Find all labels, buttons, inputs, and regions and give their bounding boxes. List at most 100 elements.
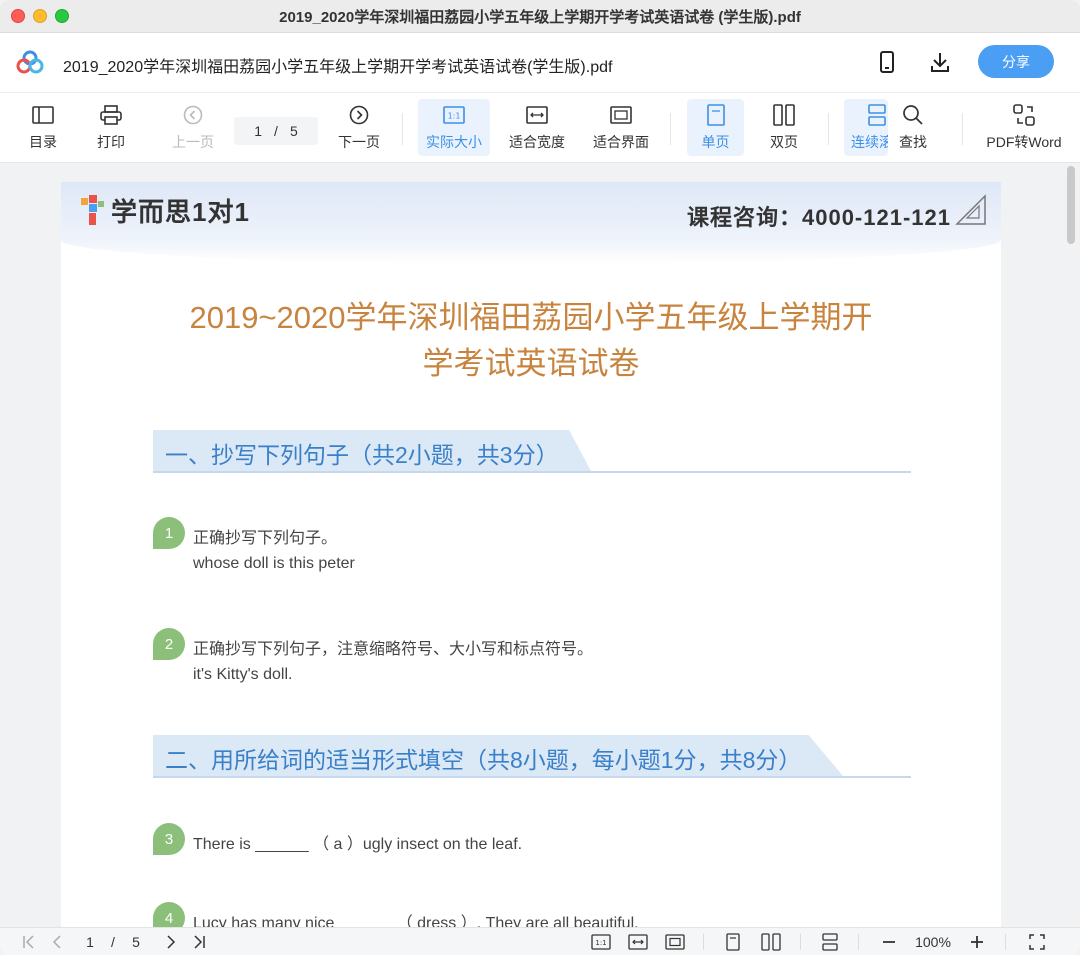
brand-mark-icon — [81, 194, 104, 225]
document-viewer[interactable]: 学而思1对1 课程咨询：4000-121-121 2019~2020学年深圳福田… — [0, 163, 1080, 927]
close-window-button[interactable] — [11, 9, 25, 23]
toolbar-divider — [828, 113, 829, 145]
brand-logo: 学而思1对1 — [79, 192, 250, 229]
fit-page-icon — [610, 103, 632, 127]
section-underline — [153, 471, 911, 473]
status-page-separator: / — [111, 934, 115, 950]
toolbar-divider — [962, 113, 963, 145]
next-page-icon[interactable] — [162, 933, 180, 951]
pdf-page: 学而思1对1 课程咨询：4000-121-121 2019~2020学年深圳福田… — [61, 182, 1001, 927]
page-total: 5 — [289, 123, 298, 139]
fit-width-icon[interactable] — [627, 933, 649, 951]
last-page-icon[interactable] — [190, 933, 208, 951]
share-button[interactable]: 分享 — [978, 45, 1054, 78]
section-heading: 一、抄写下列句子（共2小题，共3分） — [153, 430, 911, 474]
print-button[interactable]: 打印 — [90, 99, 132, 156]
question-text: 正确抄写下列句子。 — [193, 530, 338, 547]
toolbar: 目录 打印 上一页 1 / 5 下一页 1:1 实际大小 适合宽度 适合界面 单… — [0, 93, 1080, 163]
fit-width-button[interactable]: 适合宽度 — [504, 99, 570, 156]
fit-page-button[interactable]: 适合界面 — [588, 99, 654, 156]
scrollbar-thumb[interactable] — [1067, 166, 1075, 244]
page-input[interactable]: 1 / 5 — [234, 117, 318, 145]
double-page-button[interactable]: 双页 — [760, 99, 808, 156]
svg-text:1:1: 1:1 — [448, 112, 461, 121]
prev-page-button[interactable]: 上一页 — [168, 99, 218, 156]
hotline-text: 课程咨询：4000-121-121 — [686, 205, 951, 230]
pdf-to-word-label: PDF转Word — [986, 134, 1062, 150]
prev-page-label: 上一页 — [172, 134, 214, 150]
toolbar-divider — [670, 113, 671, 145]
status-divider — [703, 934, 704, 950]
zoom-level[interactable]: 100% — [908, 933, 958, 951]
double-page-icon — [773, 103, 795, 127]
ruler-icon — [955, 194, 986, 225]
status-divider — [1005, 934, 1006, 950]
continuous-scroll-button[interactable]: 连续滚 — [844, 99, 888, 156]
single-page-icon — [706, 103, 725, 127]
zoom-in-icon[interactable] — [968, 933, 986, 951]
find-button[interactable]: 查找 — [890, 99, 936, 156]
toc-button[interactable]: 目录 — [22, 99, 64, 156]
double-page-icon[interactable] — [760, 933, 782, 951]
question-sentence: it's Kitty's doll. — [193, 666, 293, 683]
actual-size-icon: 1:1 — [443, 103, 465, 127]
continuous-scroll-icon — [868, 103, 886, 127]
download-icon[interactable] — [927, 49, 953, 75]
find-label: 查找 — [899, 134, 927, 150]
double-page-label: 双页 — [770, 134, 798, 150]
single-page-icon[interactable] — [724, 933, 742, 951]
fit-width-label: 适合宽度 — [509, 134, 565, 150]
pdf-to-word-button[interactable]: PDF转Word — [980, 99, 1068, 156]
fullscreen-icon[interactable] — [1026, 933, 1048, 951]
mobile-icon[interactable] — [874, 49, 900, 75]
question-text: There is ______ （ a ）ugly insect on the … — [193, 836, 523, 853]
actual-size-icon[interactable]: 1:1 — [590, 933, 612, 951]
first-page-icon[interactable] — [20, 933, 38, 951]
file-name: 2019_2020学年深圳福田荔园小学五年级上学期开学考试英语试卷(学生版).p… — [63, 59, 613, 76]
status-divider — [800, 934, 801, 950]
question-number: 1 — [153, 517, 185, 549]
question-number: 3 — [153, 823, 185, 855]
single-page-label: 单页 — [701, 134, 730, 150]
fit-page-icon[interactable] — [664, 933, 686, 951]
vertical-scrollbar[interactable] — [1066, 163, 1076, 927]
single-page-button[interactable]: 单页 — [687, 99, 744, 156]
page-current: 1 — [254, 123, 263, 139]
continuous-scroll-label: 连续滚 — [851, 134, 888, 150]
fit-width-icon — [526, 103, 548, 127]
next-page-button[interactable]: 下一页 — [334, 99, 384, 156]
brand-name: 学而思1对1 — [111, 197, 250, 227]
convert-icon — [1013, 103, 1035, 127]
question-number: 4 — [153, 902, 185, 927]
svg-text:1:1: 1:1 — [595, 939, 606, 947]
app-logo-icon — [16, 50, 44, 74]
continuous-scroll-icon[interactable] — [820, 933, 840, 951]
page-header: 学而思1对1 课程咨询：4000-121-121 — [61, 182, 1001, 264]
zoom-out-icon[interactable] — [880, 933, 898, 951]
section-underline — [153, 776, 911, 778]
chevron-left-circle-icon — [183, 103, 203, 127]
sidebar-icon — [32, 103, 54, 127]
page-separator: / — [274, 123, 278, 139]
minimize-window-button[interactable] — [33, 9, 47, 23]
fit-page-label: 适合界面 — [593, 134, 649, 150]
zoom-window-button[interactable] — [55, 9, 69, 23]
actual-size-label: 实际大小 — [426, 134, 482, 150]
window-title: 2019_2020学年深圳福田荔园小学五年级上学期开学考试英语试卷 (学生版).… — [279, 8, 801, 26]
chevron-right-circle-icon — [349, 103, 369, 127]
status-page-current[interactable]: 1 — [82, 933, 98, 951]
search-icon — [902, 103, 924, 127]
status-bar: 1 / 5 1:1 100% — [0, 927, 1080, 955]
print-label: 打印 — [97, 134, 125, 150]
section-heading: 二、用所给词的适当形式填空（共8小题，每小题1分，共8分） — [153, 735, 911, 779]
actual-size-button[interactable]: 1:1 实际大小 — [418, 99, 490, 156]
question-text: 正确抄写下列句子，注意缩略符号、大小写和标点符号。 — [193, 641, 594, 658]
status-divider — [858, 934, 859, 950]
prev-page-icon[interactable] — [48, 933, 66, 951]
toolbar-divider — [402, 113, 403, 145]
section-heading-text: 二、用所给词的适当形式填空（共8小题，每小题1分，共8分） — [165, 747, 802, 773]
app-window: 2019_2020学年深圳福田荔园小学五年级上学期开学考试英语试卷 (学生版).… — [0, 0, 1080, 955]
section-heading-text: 一、抄写下列句子（共2小题，共3分） — [165, 442, 559, 468]
title-line-1: 2019~2020学年深圳福田荔园小学五年级上学期开 — [189, 300, 873, 335]
window-controls — [11, 9, 69, 23]
